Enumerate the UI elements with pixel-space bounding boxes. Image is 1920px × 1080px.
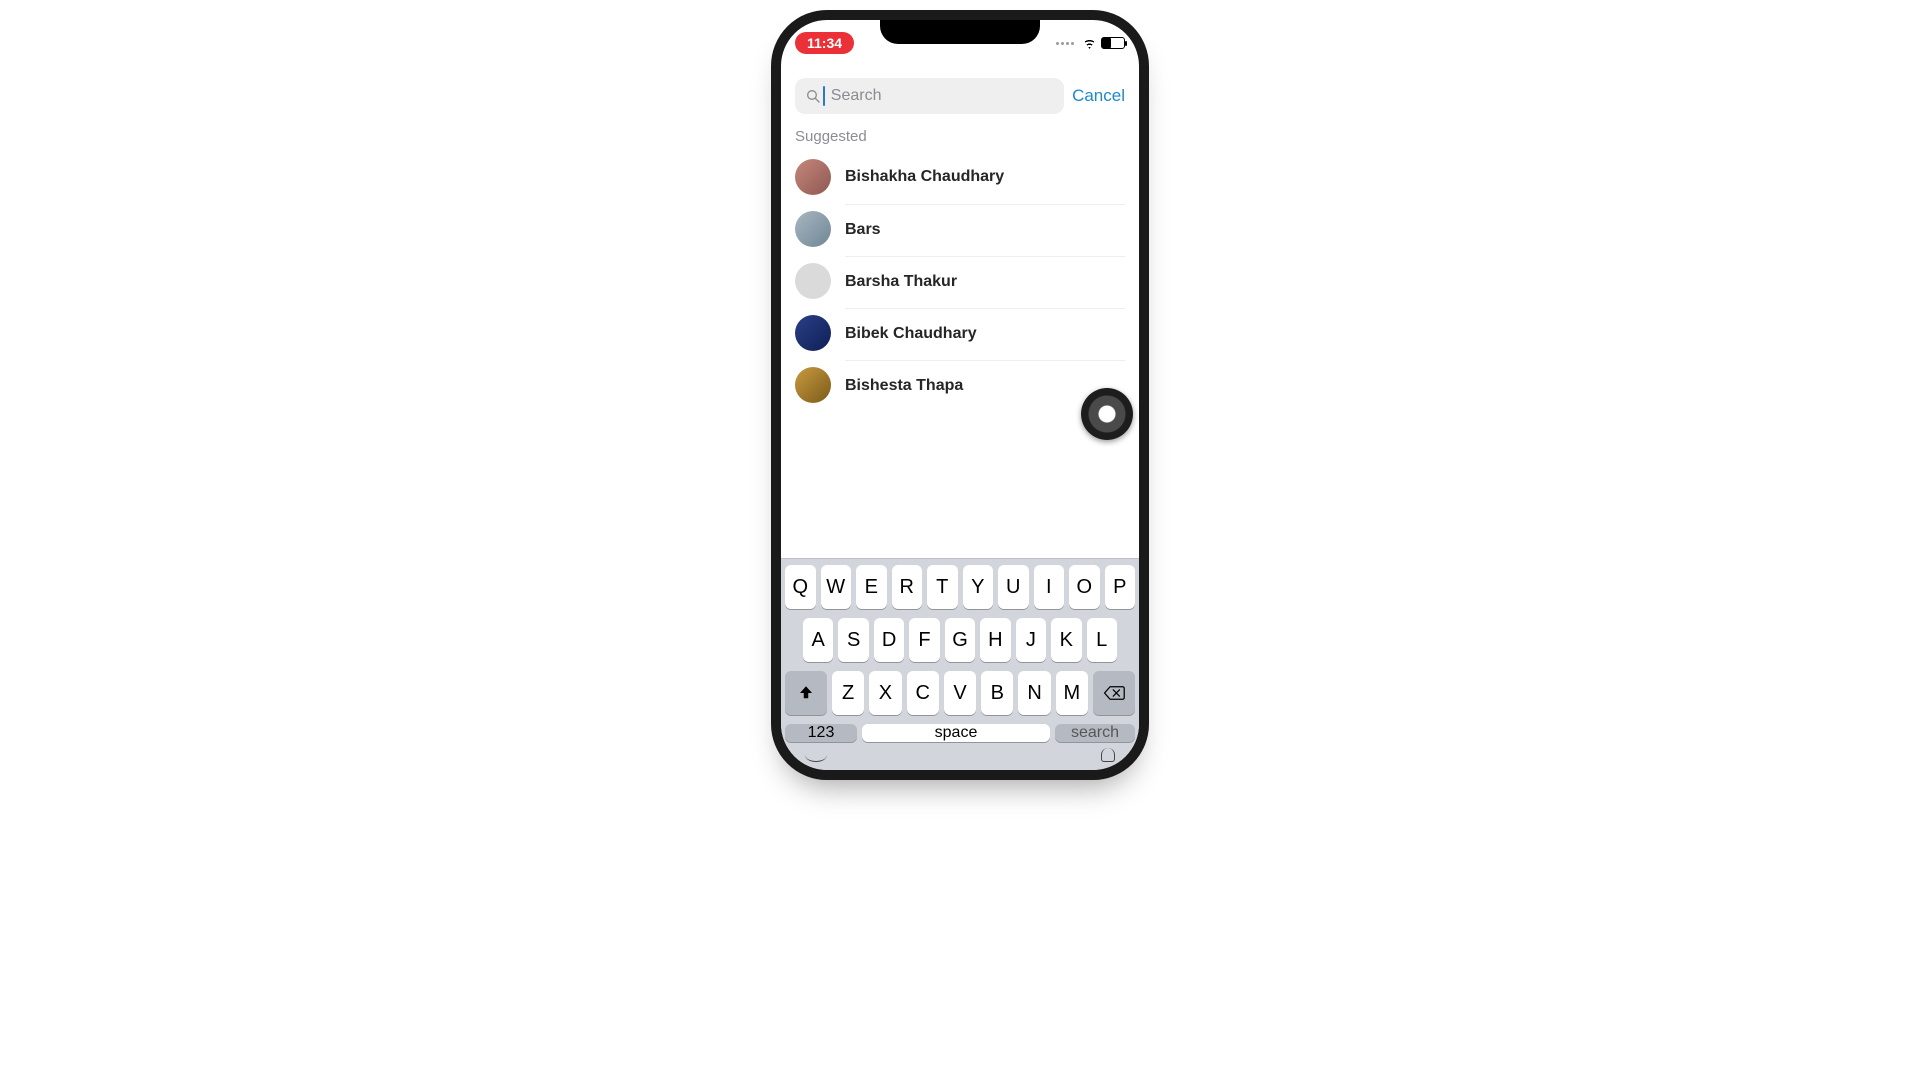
numeric-key[interactable]: 123 bbox=[785, 724, 857, 742]
space-key[interactable]: space bbox=[862, 724, 1050, 742]
key-n[interactable]: N bbox=[1018, 671, 1050, 715]
key-t[interactable]: T bbox=[927, 565, 958, 609]
contact-name: Bishakha Chaudhary bbox=[845, 152, 1125, 202]
avatar bbox=[795, 367, 831, 403]
assistive-touch-button[interactable] bbox=[1081, 388, 1133, 440]
key-q[interactable]: Q bbox=[785, 565, 816, 609]
cell-signal-icon bbox=[1056, 42, 1074, 45]
suggested-header: Suggested bbox=[781, 122, 1139, 151]
key-l[interactable]: L bbox=[1087, 618, 1117, 662]
cancel-button[interactable]: Cancel bbox=[1072, 86, 1125, 106]
contact-name: Barsha Thakur bbox=[845, 256, 1125, 307]
key-m[interactable]: M bbox=[1056, 671, 1088, 715]
search-row: Cancel bbox=[781, 60, 1139, 122]
battery-icon bbox=[1101, 37, 1125, 49]
key-e[interactable]: E bbox=[856, 565, 887, 609]
search-action-key[interactable]: search bbox=[1055, 724, 1135, 742]
shift-key[interactable] bbox=[785, 671, 827, 715]
key-f[interactable]: F bbox=[909, 618, 939, 662]
contact-row[interactable]: Bishakha Chaudhary bbox=[781, 151, 1139, 203]
emoji-key-icon[interactable] bbox=[805, 748, 827, 762]
key-v[interactable]: V bbox=[944, 671, 976, 715]
key-y[interactable]: Y bbox=[963, 565, 994, 609]
key-b[interactable]: B bbox=[981, 671, 1013, 715]
contact-list: Bishakha ChaudharyBarsBarsha ThakurBibek… bbox=[781, 151, 1139, 411]
status-time-recording[interactable]: 11:34 bbox=[795, 32, 854, 54]
key-o[interactable]: O bbox=[1069, 565, 1100, 609]
key-z[interactable]: Z bbox=[832, 671, 864, 715]
key-g[interactable]: G bbox=[945, 618, 975, 662]
wifi-icon bbox=[1082, 37, 1097, 49]
key-x[interactable]: X bbox=[869, 671, 901, 715]
avatar bbox=[795, 315, 831, 351]
key-w[interactable]: W bbox=[821, 565, 852, 609]
key-k[interactable]: K bbox=[1051, 618, 1081, 662]
key-d[interactable]: D bbox=[874, 618, 904, 662]
contact-row[interactable]: Bars bbox=[781, 203, 1139, 255]
search-icon bbox=[805, 88, 821, 104]
delete-key[interactable] bbox=[1093, 671, 1135, 715]
key-u[interactable]: U bbox=[998, 565, 1029, 609]
contact-row[interactable]: Bibek Chaudhary bbox=[781, 307, 1139, 359]
key-r[interactable]: R bbox=[892, 565, 923, 609]
key-c[interactable]: C bbox=[907, 671, 939, 715]
text-cursor bbox=[823, 86, 825, 106]
key-j[interactable]: J bbox=[1016, 618, 1046, 662]
notch bbox=[880, 20, 1040, 44]
search-input[interactable] bbox=[831, 87, 1054, 105]
key-a[interactable]: A bbox=[803, 618, 833, 662]
search-field[interactable] bbox=[795, 78, 1064, 114]
key-s[interactable]: S bbox=[838, 618, 868, 662]
key-h[interactable]: H bbox=[980, 618, 1010, 662]
backspace-icon bbox=[1103, 685, 1125, 701]
avatar bbox=[795, 159, 831, 195]
contact-name: Bibek Chaudhary bbox=[845, 308, 1125, 359]
keyboard: QWERTYUIOP ASDFGHJKL ZXCVBNM 123 space s… bbox=[781, 558, 1139, 770]
avatar bbox=[795, 211, 831, 247]
avatar bbox=[795, 263, 831, 299]
contact-name: Bars bbox=[845, 204, 1125, 255]
shift-icon bbox=[797, 684, 815, 702]
phone-frame: 11:34 Cancel Suggested Bishakha Chaudhar… bbox=[771, 10, 1149, 780]
dictation-icon[interactable] bbox=[1101, 748, 1115, 762]
contact-row[interactable]: Barsha Thakur bbox=[781, 255, 1139, 307]
key-p[interactable]: P bbox=[1105, 565, 1136, 609]
key-i[interactable]: I bbox=[1034, 565, 1065, 609]
